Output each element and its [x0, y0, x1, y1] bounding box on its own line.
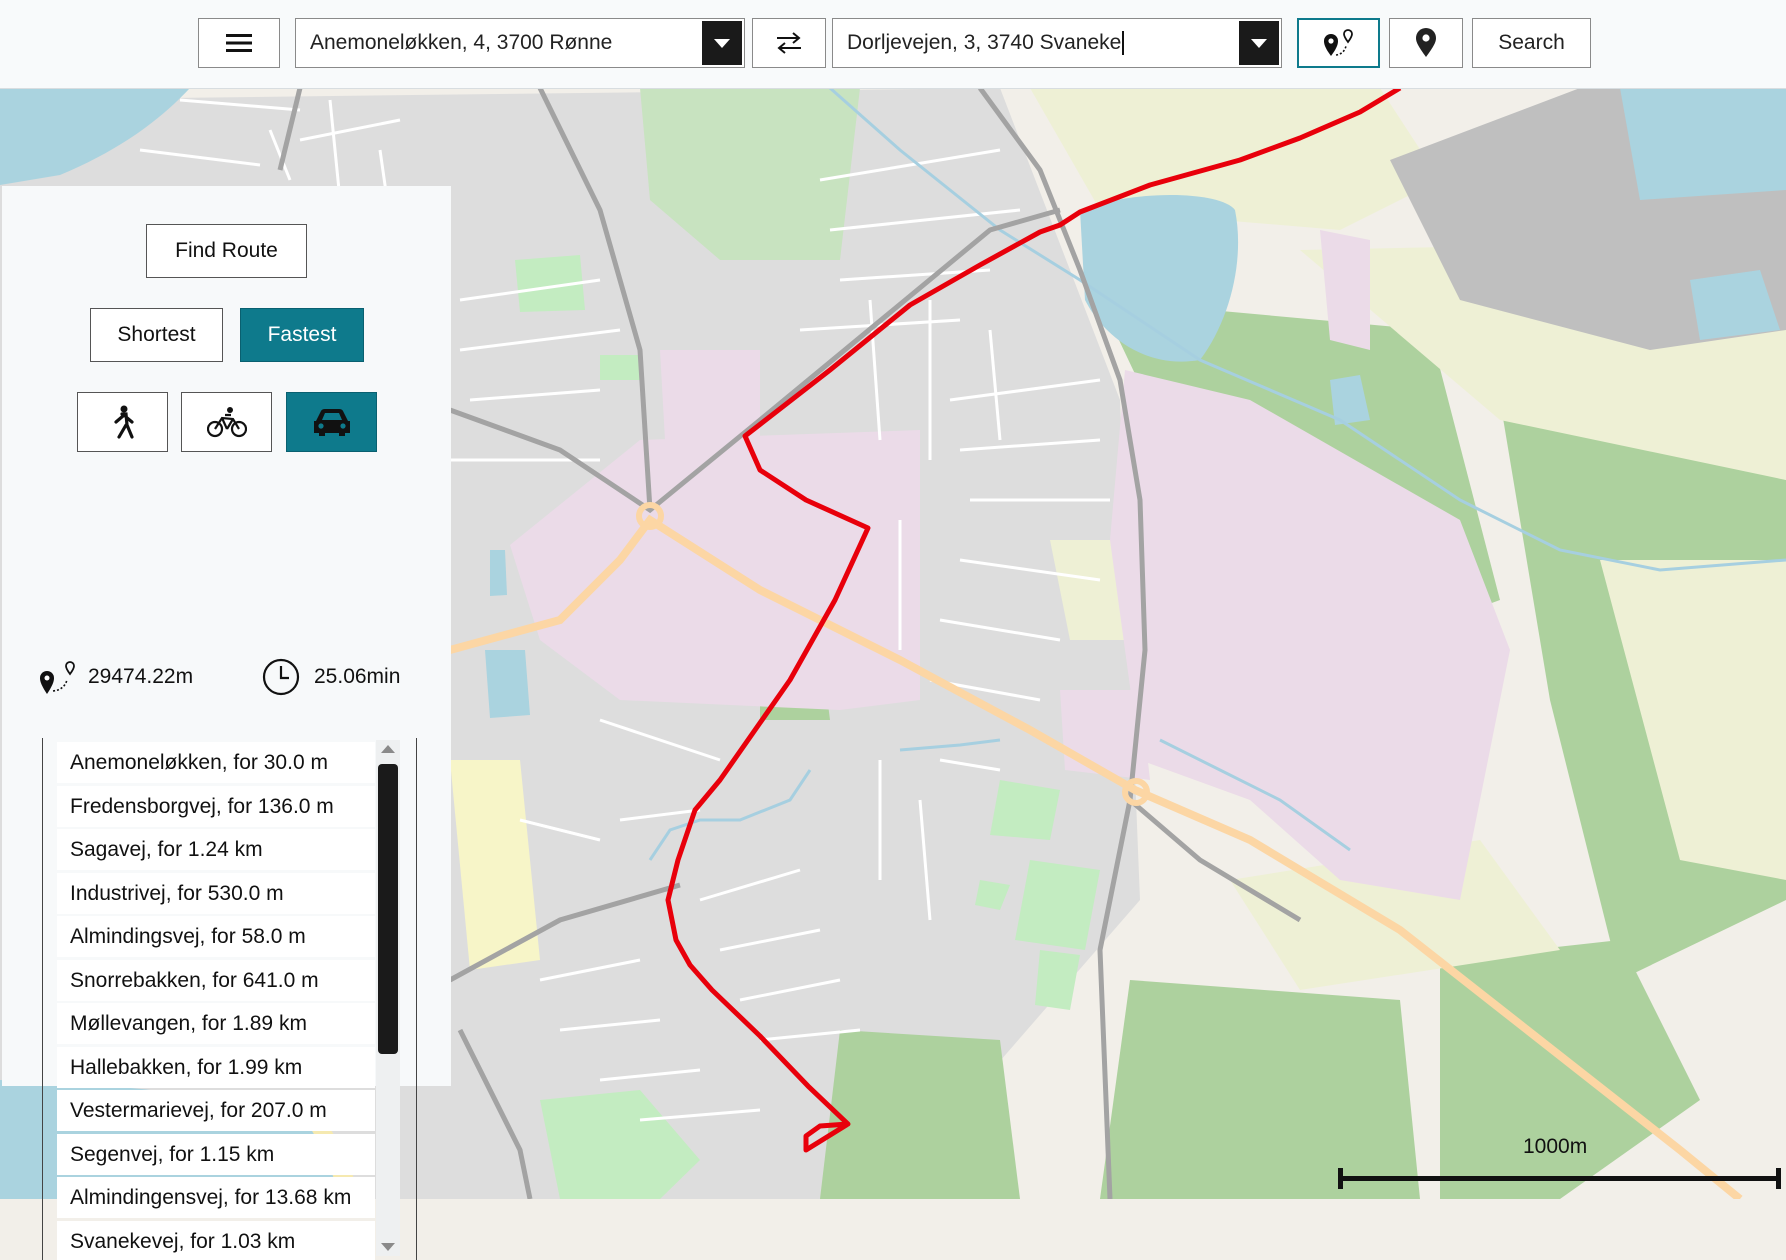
walking-person-icon — [113, 405, 134, 439]
route-mode-button[interactable] — [1297, 18, 1380, 68]
route-distance-icon — [40, 661, 75, 694]
direction-item[interactable]: Sagavej, for 1.24 km — [57, 829, 375, 870]
swap-arrows-icon — [777, 32, 801, 54]
car-icon — [313, 409, 350, 436]
duration-value: 25.06min — [314, 665, 401, 688]
walk-mode-button[interactable] — [77, 392, 168, 452]
find-route-label: Find Route — [175, 239, 278, 262]
to-dropdown-button[interactable] — [1239, 21, 1279, 65]
shortest-button[interactable]: Shortest — [90, 308, 223, 362]
location-button[interactable] — [1389, 18, 1463, 68]
distance-value: 29474.22m — [88, 665, 194, 688]
from-address-combobox[interactable]: Anemoneløkken, 4, 3700 Rønne — [295, 18, 745, 68]
to-address-combobox[interactable]: Dorljevejen, 3, 3740 Svaneke — [832, 18, 1282, 68]
bike-mode-button[interactable] — [181, 392, 272, 452]
scrollbar-thumb[interactable] — [378, 764, 398, 1054]
directions-list[interactable]: Anemoneløkken, for 30.0 m Fredensborgvej… — [42, 738, 417, 1260]
search-button[interactable]: Search — [1472, 18, 1591, 68]
car-mode-button[interactable] — [286, 392, 377, 452]
from-address-value: Anemoneløkken, 4, 3700 Rønne — [310, 31, 613, 54]
direction-item[interactable]: Almindingensvej, for 13.68 km — [57, 1177, 375, 1218]
direction-item[interactable]: Hallebakken, for 1.99 km — [57, 1047, 375, 1088]
search-button-label: Search — [1498, 31, 1565, 54]
map-pin-icon — [1416, 28, 1436, 57]
direction-item[interactable]: Segenvej, for 1.15 km — [57, 1134, 375, 1175]
shortest-label: Shortest — [117, 323, 196, 346]
direction-item[interactable]: Møllevangen, for 1.89 km — [57, 1003, 375, 1044]
scroll-up-arrow[interactable] — [381, 745, 395, 753]
direction-item[interactable]: Svanekevej, for 1.03 km — [57, 1221, 375, 1260]
to-address-value: Dorljevejen, 3, 3740 Svaneke — [847, 31, 1122, 54]
fastest-button[interactable]: Fastest — [240, 308, 364, 362]
direction-item[interactable]: Industrivej, for 530.0 m — [57, 873, 375, 914]
from-dropdown-button[interactable] — [702, 21, 742, 65]
clock-icon — [262, 658, 300, 696]
directions-scrollbar[interactable] — [376, 740, 400, 1256]
direction-item[interactable]: Vestermarievej, for 207.0 m — [57, 1090, 375, 1131]
bicycle-icon — [206, 407, 247, 438]
direction-item[interactable]: Almindingsvej, for 58.0 m — [57, 916, 375, 957]
map-scale-bar: 1000m — [1330, 1130, 1786, 1199]
direction-item[interactable]: Anemoneløkken, for 30.0 m — [57, 742, 375, 783]
scale-bar-line — [1338, 1168, 1781, 1189]
fastest-label: Fastest — [267, 323, 337, 346]
top-toolbar: Anemoneløkken, 4, 3700 Rønne Dorljevejen… — [0, 0, 1786, 89]
text-cursor — [1122, 31, 1124, 55]
scroll-down-arrow[interactable] — [381, 1243, 395, 1251]
find-route-button[interactable]: Find Route — [146, 224, 307, 278]
menu-button[interactable] — [198, 18, 280, 68]
route-panel: Find Route Shortest Fastest 29474.22m 25… — [2, 186, 451, 1260]
hamburger-icon — [226, 34, 252, 52]
distance-stat: 29474.22m — [38, 658, 193, 696]
duration-stat: 25.06min — [262, 658, 400, 696]
direction-item[interactable]: Snorrebakken, for 641.0 m — [57, 960, 375, 1001]
direction-item[interactable]: Fredensborgvej, for 136.0 m — [57, 786, 375, 827]
route-pin-icon — [1323, 29, 1353, 56]
swap-button[interactable] — [752, 18, 826, 68]
